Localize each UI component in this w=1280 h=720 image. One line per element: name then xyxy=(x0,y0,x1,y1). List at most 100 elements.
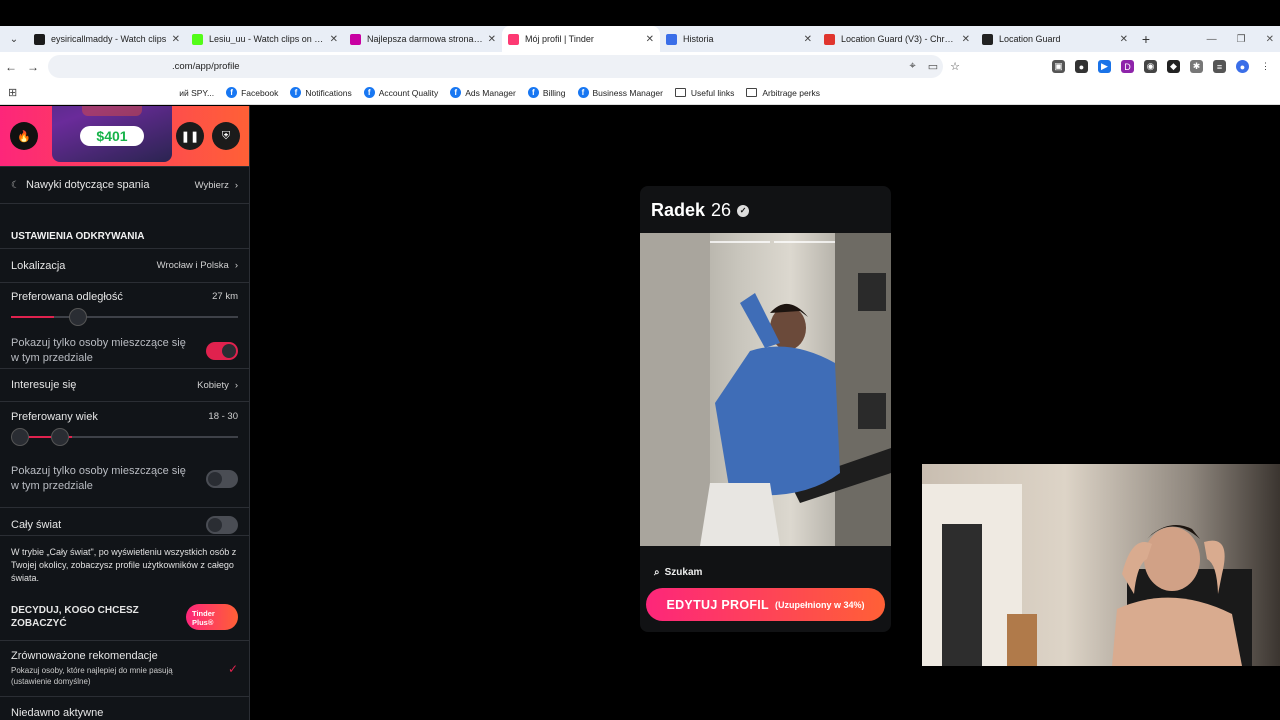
seeking-label: Szukam xyxy=(664,567,703,578)
minimize-icon[interactable]: — xyxy=(1207,34,1217,45)
browser-tab[interactable]: Lesiu_uu - Watch clips on Kick ✕ xyxy=(186,26,344,52)
bookmark-item[interactable]: f Notifications xyxy=(290,87,352,98)
bookmark-item[interactable]: ий SPY... xyxy=(179,88,214,98)
omnibox-icons: ⌖ ▭ ☆ xyxy=(910,52,960,81)
browser-tab[interactable]: Location Guard ✕ xyxy=(976,26,1134,52)
age-value: 18 - 30 xyxy=(208,411,238,422)
apps-grid-icon[interactable]: ⊞ xyxy=(8,86,17,99)
interested-in-value: Kobiety xyxy=(197,379,229,391)
edit-profile-label: EDYTUJ PROFIL xyxy=(666,597,769,612)
location-row[interactable]: Lokalizacja Wrocław i Polska › xyxy=(0,248,249,283)
browser-tab[interactable]: Location Guard (V3) - Chrome ✕ xyxy=(818,26,976,52)
tab-close-icon[interactable]: ✕ xyxy=(962,34,970,45)
purple-extension-icon[interactable]: D xyxy=(1121,60,1134,73)
bookmark-star-icon[interactable]: ☆ xyxy=(950,60,960,73)
tab-title: eysiricallmaddy - Watch clips xyxy=(51,34,167,44)
recently-active-row[interactable]: Niedawno aktywne xyxy=(0,697,249,720)
bookmark-label: Billing xyxy=(542,87,566,98)
tab-close-icon[interactable]: ✕ xyxy=(330,34,338,45)
bookmark-item[interactable]: f Account Quality xyxy=(363,87,439,98)
sleep-habits-row[interactable]: ☾ Nawyki dotyczące spania Wybierz › xyxy=(0,166,249,204)
tab-close-icon[interactable]: ✕ xyxy=(172,34,180,45)
interested-in-row[interactable]: Interesuje się Kobiety › xyxy=(0,369,249,402)
global-row: Cały świat xyxy=(0,507,249,541)
bookmarks-bar: ⊞ ий SPY... f Facebook f Notifications f Accou… xyxy=(0,81,1280,105)
bookmark-label: ий SPY... xyxy=(179,87,215,98)
tab-search-chevron-icon[interactable]: ⌄ xyxy=(0,26,28,52)
edit-profile-button[interactable]: EDYTUJ PROFIL (Uzupełniony w 34%) xyxy=(646,588,885,621)
tab-favicon-icon xyxy=(508,33,519,45)
browser-tab[interactable]: Mój profil | Tinder ✕ xyxy=(502,26,660,52)
age-label: Preferowany wiek xyxy=(11,411,98,423)
camera-extension-icon[interactable]: ▣ xyxy=(1052,60,1065,73)
age-max-handle[interactable] xyxy=(50,428,69,446)
stream-overlay-badge: $401 xyxy=(52,106,172,162)
bookmark-item[interactable]: Arbitrage perks xyxy=(746,88,820,98)
location-guard-extension-icon[interactable]: ◆ xyxy=(1167,60,1180,73)
bookmark-item[interactable]: f Facebook xyxy=(226,87,278,98)
bookmark-item[interactable]: f Billing xyxy=(527,87,566,98)
profile-age: 26 xyxy=(711,200,732,220)
browser-tab[interactable]: eysiricallmaddy - Watch clips ✕ xyxy=(28,26,186,52)
age-only-toggle[interactable] xyxy=(206,470,238,488)
bookmark-item[interactable]: f Business Manager xyxy=(577,87,663,98)
balanced-title: Zrównoważone rekomendacje xyxy=(11,650,158,662)
age-slider[interactable] xyxy=(11,428,238,446)
bookmark-item[interactable]: f Ads Manager xyxy=(450,87,516,98)
bookmark-label: Account Quality xyxy=(378,87,439,98)
sleep-icon: ☾ xyxy=(11,179,20,191)
global-toggle[interactable] xyxy=(206,515,238,534)
cookie-extension-icon[interactable]: ● xyxy=(1075,60,1088,73)
reading-list-icon[interactable]: ≡ xyxy=(1213,60,1226,73)
browser-tab[interactable]: Najlepsza darmowa strona i ap ✕ xyxy=(344,26,502,52)
tinder-flame-icon[interactable]: 🔥 xyxy=(10,122,38,150)
extensions-area: ▣ ● ▶ D ◉ ◆ ✱ ≡ ● ⋮ xyxy=(1052,52,1272,81)
forward-arrow-icon[interactable]: → xyxy=(22,60,44,74)
spy-extension-icon[interactable]: ◉ xyxy=(1144,60,1157,73)
back-arrow-icon[interactable]: ← xyxy=(0,60,22,74)
browser-tab[interactable]: Historia ✕ xyxy=(660,26,818,52)
profile-avatar-icon[interactable]: ● xyxy=(1236,60,1249,73)
location-pin-icon[interactable]: ⌖ xyxy=(910,60,916,73)
chevron-right-icon: › xyxy=(234,379,238,391)
balanced-recommendations-row[interactable]: Zrównoważone rekomendacje Pokazuj osoby,… xyxy=(0,641,249,697)
bookmark-label: Useful links xyxy=(690,87,735,98)
tab-favicon-icon xyxy=(192,33,203,45)
distance-only-toggle[interactable] xyxy=(206,342,238,360)
age-min-handle[interactable] xyxy=(11,428,29,446)
shield-icon[interactable]: ⛨ xyxy=(212,122,240,150)
bookmark-label: Notifications xyxy=(305,87,352,98)
tab-close-icon[interactable]: ✕ xyxy=(804,34,812,45)
balanced-desc: Pokazuj osoby, które najlepiej do mnie p… xyxy=(11,666,173,686)
chevron-right-icon: › xyxy=(234,179,238,191)
puzzle-extensions-icon[interactable]: ✱ xyxy=(1190,60,1203,73)
address-bar[interactable]: .com/app/profile xyxy=(48,55,943,78)
pause-icon[interactable]: ❚❚ xyxy=(176,122,204,150)
restore-icon[interactable]: ❐ xyxy=(1237,34,1246,45)
tab-title: Lesiu_uu - Watch clips on Kick xyxy=(209,34,326,44)
kebab-menu-icon[interactable]: ⋮ xyxy=(1259,60,1272,73)
distance-value: 27 km xyxy=(212,291,238,302)
desktop-top-band xyxy=(0,0,1280,26)
tab-title: Historia xyxy=(683,34,714,44)
seeking-row: ⌕ Szukam xyxy=(654,567,702,578)
sleep-habits-label: Nawyki dotyczące spania xyxy=(25,179,150,191)
bookmark-label: Business Manager xyxy=(592,87,663,98)
facebook-icon: f xyxy=(577,87,589,98)
facebook-icon: f xyxy=(290,87,302,98)
tab-close-icon[interactable]: ✕ xyxy=(646,34,654,45)
tab-close-icon[interactable]: ✕ xyxy=(488,34,496,45)
distance-slider[interactable] xyxy=(11,308,238,326)
tab-close-icon[interactable]: ✕ xyxy=(1120,34,1128,45)
location-label: Lokalizacja xyxy=(11,259,66,272)
cast-icon[interactable]: ▭ xyxy=(928,60,938,73)
bookmark-item[interactable]: Useful links xyxy=(674,87,735,98)
blue-extension-icon[interactable]: ▶ xyxy=(1098,60,1111,73)
distance-slider-handle[interactable] xyxy=(69,308,88,326)
close-window-icon[interactable]: ✕ xyxy=(1266,34,1274,45)
checkmark-icon: ✓ xyxy=(227,661,238,676)
chevron-right-icon: › xyxy=(234,260,238,271)
profile-photo[interactable] xyxy=(640,233,891,546)
bookmark-label: Facebook xyxy=(241,87,279,98)
new-tab-button[interactable]: + xyxy=(1134,31,1158,47)
